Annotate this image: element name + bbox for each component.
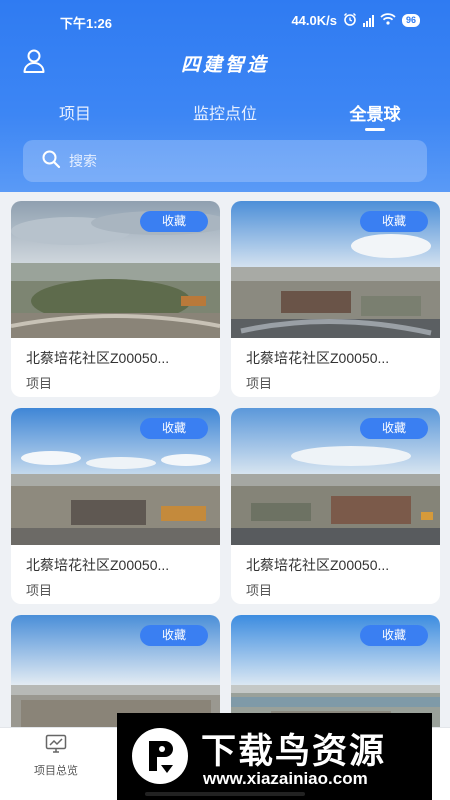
favorite-button[interactable]: 收藏 <box>360 418 428 439</box>
watermark-url: www.xiazainiao.com <box>203 769 368 788</box>
tab-projects[interactable]: 项目 <box>45 100 105 124</box>
search-placeholder: 搜索 <box>69 153 97 169</box>
panorama-card[interactable]: 收藏 北蔡培花社区Z00050... 项目 <box>11 408 220 604</box>
favorite-button[interactable]: 收藏 <box>360 625 428 646</box>
app-title: 四建智造 <box>180 55 269 76</box>
tab-panorama[interactable]: 全景球 <box>335 100 415 131</box>
wifi-icon <box>380 13 396 28</box>
panorama-card[interactable]: 收藏 <box>231 615 440 727</box>
tab-label: 项目 <box>58 106 91 123</box>
watermark-title: 下载鸟资源 <box>201 732 387 771</box>
top-tabs: 项目 监控点位 全景球 <box>0 100 450 134</box>
card-title: 北蔡培花社区Z00050... <box>26 557 170 573</box>
favorite-button[interactable]: 收藏 <box>140 418 208 439</box>
site-watermark: 下载鸟资源 www.xiazainiao.com <box>117 713 432 800</box>
status-bar: 下午1:26 44.0K/s 96 <box>0 0 450 40</box>
search-icon <box>41 149 61 174</box>
panorama-card[interactable]: 收藏 北蔡培花社区Z00050... 项目 <box>11 201 220 397</box>
network-speed: 44.0K/s <box>291 13 337 28</box>
card-subtitle: 项目 <box>246 376 273 391</box>
panorama-card[interactable]: 收藏 <box>11 615 220 727</box>
favorite-button[interactable]: 收藏 <box>140 211 208 232</box>
battery-indicator: 96 <box>401 14 420 27</box>
active-tab-indicator <box>365 128 385 131</box>
panorama-card[interactable]: 收藏 北蔡培花社区Z00050... 项目 <box>231 201 440 397</box>
cellular-signal-icon <box>362 14 374 27</box>
alarm-icon <box>343 12 357 29</box>
card-title: 北蔡培花社区Z00050... <box>246 350 390 366</box>
panorama-grid: 收藏 北蔡培花社区Z00050... 项目 收藏 北蔡培花社区Z00050...… <box>11 201 440 727</box>
app-header: 下午1:26 44.0K/s 96 四建智造 项目 监控点位 全景球 搜索 <box>0 0 450 192</box>
nav-item-project-overview[interactable]: 项目总览 <box>20 734 92 778</box>
card-subtitle: 项目 <box>26 583 53 598</box>
tab-label: 全景球 <box>349 105 401 124</box>
tab-label: 监控点位 <box>192 106 257 123</box>
favorite-button[interactable]: 收藏 <box>360 211 428 232</box>
card-subtitle: 项目 <box>246 583 273 598</box>
nav-label: 项目总览 <box>34 765 78 777</box>
panorama-card[interactable]: 收藏 北蔡培花社区Z00050... 项目 <box>231 408 440 604</box>
status-indicators: 44.0K/s 96 <box>291 12 420 29</box>
monitor-chart-icon <box>20 734 92 754</box>
card-subtitle: 项目 <box>26 376 53 391</box>
search-bar[interactable]: 搜索 <box>23 140 427 182</box>
card-title: 北蔡培花社区Z00050... <box>26 350 170 366</box>
home-indicator <box>145 792 305 796</box>
bird-logo-icon <box>131 727 189 785</box>
favorite-button[interactable]: 收藏 <box>140 625 208 646</box>
card-title: 北蔡培花社区Z00050... <box>246 557 390 573</box>
status-time: 下午1:26 <box>60 16 113 31</box>
tab-monitor-points[interactable]: 监控点位 <box>180 100 270 124</box>
